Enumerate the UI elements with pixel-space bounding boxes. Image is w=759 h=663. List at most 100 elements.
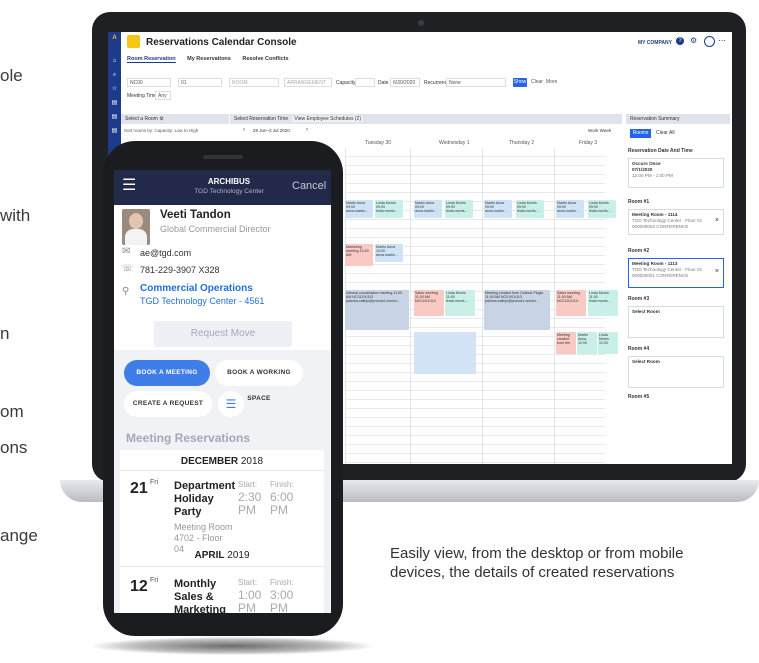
cancel-button[interactable]: Cancel — [292, 180, 326, 192]
res2-title[interactable]: Monthly Sales & Marketing — [174, 578, 230, 613]
location-link[interactable]: TGD Technology Center - 4561 — [140, 296, 264, 306]
view-schedules-button[interactable]: View Employee Schedules (2) — [292, 116, 363, 122]
calendar-event[interactable]: Martin Anna 09:00 anna.martin... — [556, 200, 584, 218]
calendar-event[interactable]: Linda Morris 11:00 linda.morris... — [588, 290, 618, 316]
tab-resolve-conflicts[interactable]: Resolve Conflicts — [242, 56, 288, 62]
brand-logo: MY COMPANY — [638, 40, 672, 46]
search-icon[interactable]: ⌕ — [111, 72, 118, 79]
app-logo-icon — [127, 35, 140, 48]
month-2-name: APRIL — [194, 550, 225, 561]
dept-link[interactable]: Commercial Operations — [140, 283, 253, 294]
calendar-event[interactable]: Meeting created from Outlook Plugin 11:0… — [484, 290, 550, 330]
phone-center: TGD Technology Center — [194, 188, 264, 195]
home-icon[interactable]: ⌂ — [111, 58, 118, 65]
doc2-icon[interactable]: ▤ — [111, 114, 118, 121]
menu-icon[interactable]: ☰ — [122, 178, 136, 194]
user-title: Global Commercial Director — [160, 224, 271, 234]
room-field[interactable]: ROOM — [229, 78, 279, 87]
calendar-event[interactable]: Linda Morris 09:00 linda.morris... — [588, 200, 616, 218]
site-field[interactable]: NC00 — [127, 78, 171, 87]
meeting-time-select[interactable]: Any — [155, 91, 171, 100]
room1-card: Meeting Room - 1114 TGD Technology Cente… — [628, 209, 724, 235]
summary-header: Reservation Summary — [626, 114, 730, 124]
arrangement-field[interactable]: ARRANGEMENT — [284, 78, 332, 87]
calendar-event[interactable]: Linda Morris 09:00 linda.morris... — [375, 200, 403, 218]
room3-card[interactable]: Select Room — [628, 306, 724, 338]
user-avatar-icon[interactable] — [704, 36, 715, 47]
res2-start-label: Start: — [238, 578, 258, 587]
settings-icon[interactable]: ⚙ — [690, 36, 697, 45]
res1-dow: Fri — [150, 479, 159, 486]
help-icon[interactable]: ? — [676, 37, 684, 45]
selected-timeslot[interactable] — [414, 332, 476, 374]
calendar-event[interactable]: Linda Morris 12:00 — [598, 332, 618, 354]
sort-select[interactable]: Sort rooms by: Capacity: Low to High — [124, 128, 198, 133]
room2-title: Room #2 — [628, 248, 650, 254]
next-week-icon[interactable]: › — [306, 127, 308, 133]
date-field[interactable]: 6/30/2020 — [390, 78, 420, 87]
res1-start: 2:30 PM — [238, 490, 262, 517]
left-text-2: with — [0, 206, 31, 225]
create-request-button[interactable]: CREATE A REQUEST — [124, 391, 212, 417]
more-icon[interactable]: ⋯ — [718, 36, 726, 45]
book-meeting-button[interactable]: BOOK A MEETING SPACE — [124, 360, 210, 402]
calendar-event[interactable]: Martin Anna 09:00 anna.martin... — [345, 200, 373, 218]
res1-finish: 6:00 PM — [270, 490, 294, 517]
left-text-3: n — [0, 324, 10, 343]
res1-start-label: Start: — [238, 480, 258, 489]
clear-button[interactable]: Clear — [531, 78, 543, 87]
book-working-button[interactable]: BOOK A WORKING SPACE — [215, 360, 303, 402]
doc3-icon[interactable]: ▤ — [111, 128, 118, 135]
doc-icon[interactable]: ▤ — [111, 100, 118, 107]
calendar-event[interactable]: Meeting created from the — [556, 332, 576, 354]
rooms-tab[interactable]: Rooms — [630, 129, 651, 138]
calendar-event[interactable]: Martin Anna 10:00 anna.martin... — [375, 244, 403, 262]
prev-week-icon[interactable]: ‹ — [243, 127, 245, 133]
day-header: Wednesday 1 — [439, 140, 470, 146]
settings-small-icon[interactable]: ⚙ — [159, 116, 163, 122]
calendar-event[interactable]: Martin Anna 09:00 anna.martin... — [484, 200, 512, 218]
res1-title[interactable]: Department Holiday Party — [174, 480, 235, 519]
user-name: Veeti Tandon — [160, 209, 231, 221]
day-header: Thursday 2 — [509, 140, 535, 146]
calendar-event[interactable]: Linda Morris 09:00 linda.morris... — [445, 200, 473, 218]
calendar-event[interactable]: Linda Morris 09:00 linda.morris... — [516, 200, 544, 218]
res2-dow: Fri — [150, 577, 159, 584]
tab-bar: Room Reservation My Reservations Resolve… — [127, 56, 299, 63]
avatar-body — [125, 229, 147, 245]
calendar-event[interactable]: Martin Anna 09:00 anna.martin... — [414, 200, 442, 218]
clear-all-button[interactable]: Clear All — [656, 129, 675, 138]
list-icon[interactable]: ☰ — [218, 391, 244, 417]
calendar-event[interactable]: Linda Morris 11:00 linda.morris... — [445, 290, 475, 316]
month-1-name: DECEMBER — [180, 456, 239, 467]
day-header: Tuesday 30 — [365, 140, 391, 146]
calendar-event[interactable]: Sales meeting 11:00 AM NC01/01/114 — [414, 290, 444, 316]
more-button[interactable]: More — [546, 78, 557, 87]
tab-room-reservation[interactable]: Room Reservation — [127, 56, 176, 63]
res2-finish-label: Finish: — [270, 578, 294, 587]
room2-card: Meeting Room - 1113 TGD Technology Cente… — [628, 258, 724, 288]
star-icon[interactable]: ☆ — [111, 86, 118, 93]
capacity-field[interactable] — [355, 78, 375, 87]
phone-speaker — [203, 155, 243, 159]
email-text[interactable]: ae@tgd.com — [140, 248, 191, 258]
recurrence-select[interactable]: None — [446, 78, 506, 87]
remove-room1-icon[interactable]: × — [715, 217, 719, 224]
floor-field[interactable]: 01 — [178, 78, 222, 87]
remove-room2-icon[interactable]: × — [715, 268, 719, 275]
calendar-event[interactable]: Internal coordination meeting 11:00 AM N… — [345, 290, 409, 330]
show-button[interactable]: Show — [513, 78, 527, 87]
request-move-button[interactable]: Request Move — [154, 321, 292, 347]
month-1-year: 2018 — [238, 456, 264, 467]
camera — [418, 20, 424, 26]
phone-number[interactable]: 781-229-3907 X328 — [140, 265, 220, 275]
tab-my-reservations[interactable]: My Reservations — [187, 56, 231, 62]
select-time-header: Select Reservation Time View Employee Sc… — [230, 114, 622, 124]
calendar-event[interactable]: Sales meeting 11:00 AM NC01/01/114 — [556, 290, 586, 316]
phone-shadow — [92, 637, 372, 655]
calendar-event[interactable]: Marketing meeting 10:00 AM — [345, 244, 373, 266]
room4-card[interactable]: Select Room — [628, 356, 724, 388]
calendar-event[interactable]: Martin Anna 12:00 — [577, 332, 597, 354]
view-mode-select[interactable]: Work Week — [588, 128, 611, 133]
mail-icon: ✉ — [122, 246, 131, 257]
